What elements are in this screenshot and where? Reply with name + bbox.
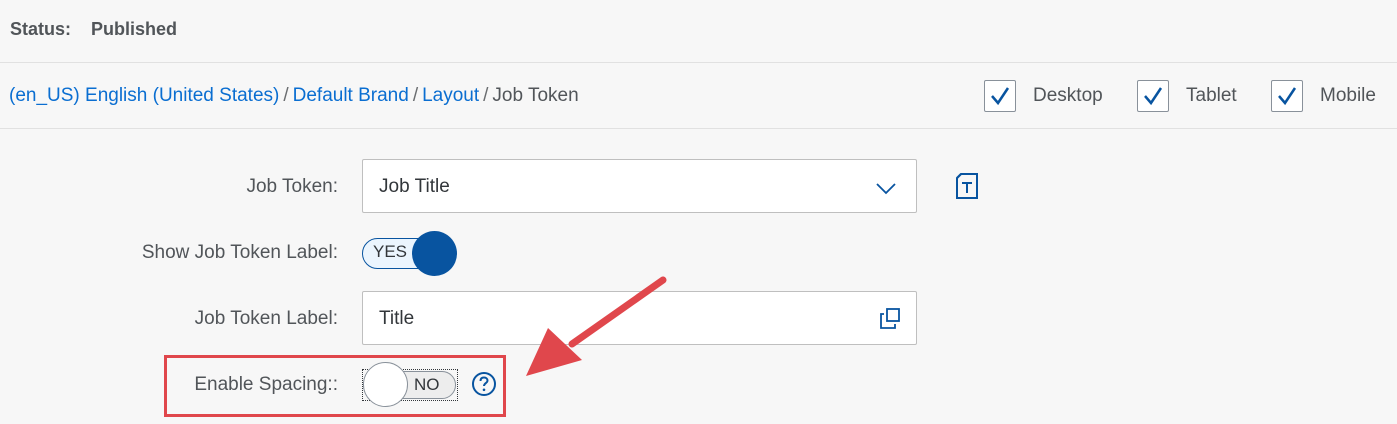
toggle-state-text: YES bbox=[373, 242, 408, 261]
breadcrumb-item-brand[interactable]: Default Brand bbox=[293, 85, 409, 106]
mobile-option: Mobile bbox=[1271, 79, 1376, 113]
annotation-highlight-box bbox=[164, 355, 506, 417]
checkmark-icon bbox=[1278, 87, 1297, 106]
job-token-value: Job Title bbox=[379, 176, 450, 197]
breadcrumb-separator: / bbox=[483, 85, 489, 106]
breadcrumb: (en_US) English (United States) / Default … bbox=[9, 85, 579, 107]
breadcrumb-item-locale[interactable]: (en_US) English (United States) bbox=[9, 85, 279, 106]
status-label: Status: bbox=[10, 19, 72, 39]
tablet-checkbox[interactable] bbox=[1137, 80, 1169, 112]
desktop-checkbox[interactable] bbox=[984, 80, 1016, 112]
show-label-toggle[interactable]: YES bbox=[362, 231, 457, 276]
token-label-label: Job Token Label: bbox=[194, 308, 338, 329]
token-label-value: Title bbox=[379, 308, 415, 329]
mobile-label: Mobile bbox=[1320, 85, 1376, 106]
breadcrumb-row: (en_US) English (United States) / Default … bbox=[0, 63, 1397, 129]
job-token-select[interactable]: Job Title bbox=[362, 159, 917, 213]
tablet-option: Tablet bbox=[1137, 79, 1237, 113]
desktop-label: Desktop bbox=[1033, 85, 1103, 106]
breadcrumb-item-layout[interactable]: Layout bbox=[422, 85, 479, 106]
breadcrumb-separator: / bbox=[283, 85, 289, 106]
job-token-label: Job Token: bbox=[246, 176, 338, 197]
status-bar: Status: Published bbox=[0, 0, 1397, 63]
checkmark-icon bbox=[991, 87, 1010, 106]
chevron-down-icon bbox=[876, 183, 896, 195]
mobile-checkbox[interactable] bbox=[1271, 80, 1303, 112]
breadcrumb-separator: / bbox=[412, 85, 419, 106]
checkmark-icon bbox=[1144, 87, 1163, 106]
desktop-option: Desktop bbox=[984, 79, 1103, 113]
annotation-arrow-icon bbox=[526, 276, 667, 376]
text-token-icon[interactable] bbox=[955, 172, 979, 200]
status-value: Published bbox=[91, 19, 178, 39]
show-label-label: Show Job Token Label: bbox=[141, 242, 338, 263]
tablet-label: Tablet bbox=[1186, 85, 1237, 106]
toggle-knob bbox=[412, 231, 457, 276]
breadcrumb-item-current: Job Token bbox=[492, 85, 579, 106]
copy-icon[interactable] bbox=[878, 307, 902, 331]
